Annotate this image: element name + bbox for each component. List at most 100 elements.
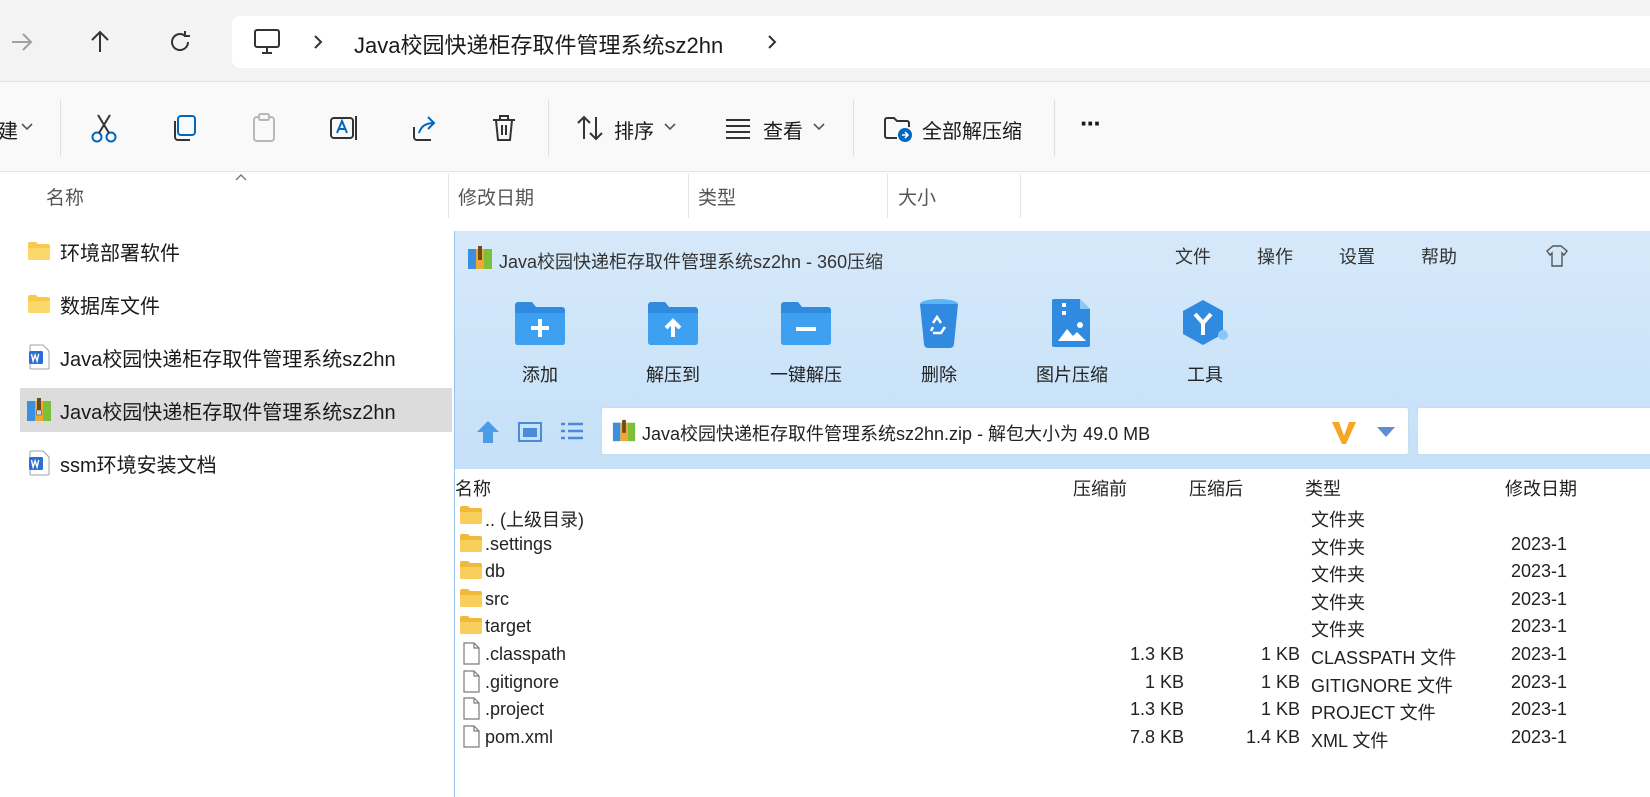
column-header-before[interactable]: 压缩前 <box>1073 475 1127 501</box>
column-divider[interactable] <box>688 174 689 218</box>
entry-type: 文件夹 <box>1311 565 1365 586</box>
list-item-selected[interactable]: Java校园快递柜存取件管理系统sz2hn <box>20 388 452 432</box>
entry-type: 文件夹 <box>1311 537 1365 558</box>
column-divider[interactable] <box>448 174 449 218</box>
folder-icon <box>26 238 52 264</box>
recycle-bin-icon <box>911 297 967 349</box>
column-header-modified[interactable]: 修改日期 <box>458 183 534 210</box>
entry-modified: 2023-1 <box>1511 671 1568 692</box>
list-view-icon[interactable] <box>559 419 585 445</box>
folder-icon <box>26 291 52 317</box>
menu-help[interactable]: 帮助 <box>1421 243 1457 269</box>
table-row[interactable]: .settings 文件夹 2023-1 <box>455 531 1650 558</box>
list-item[interactable]: 环境部署软件 <box>20 229 452 273</box>
table-row[interactable]: pom.xml 7.8 KB 1.4 KB XML 文件 2023-1 <box>455 724 1650 751</box>
sort-icon-wrap[interactable] <box>572 110 608 146</box>
column-header-size[interactable]: 大小 <box>898 183 936 210</box>
folder-icon <box>459 614 483 638</box>
skin-icon[interactable] <box>1545 243 1569 269</box>
column-divider[interactable] <box>1020 174 1021 218</box>
file-name: 数据库文件 <box>60 295 160 318</box>
dropdown-arrow-icon[interactable] <box>1376 426 1396 438</box>
entry-size-after: 1 KB <box>1260 644 1300 664</box>
column-divider[interactable] <box>887 174 888 218</box>
entry-size-after: 1.4 KB <box>1245 726 1300 747</box>
refresh-icon <box>171 31 190 51</box>
paste-button[interactable] <box>246 110 282 146</box>
new-button[interactable]: 建 <box>0 115 18 144</box>
refresh-button[interactable] <box>160 22 200 62</box>
list-item[interactable]: Java校园快递柜存取件管理系统sz2hn <box>20 335 452 379</box>
delete-tool-button[interactable]: 删除 <box>884 297 994 387</box>
column-header-name[interactable]: 名称 <box>455 475 491 501</box>
view-button[interactable]: 查看 <box>763 115 803 144</box>
entry-name: .gitignore <box>485 671 560 692</box>
table-row[interactable]: .gitignore 1 KB 1 KB GITIGNORE 文件 2023-1 <box>455 669 1650 696</box>
menu-file[interactable]: 文件 <box>1175 243 1211 269</box>
zip-window: Java校园快递柜存取件管理系统sz2hn - 360压缩 文件 操作 设置 帮… <box>454 231 1650 797</box>
menu-operation[interactable]: 操作 <box>1257 243 1293 269</box>
table-row[interactable]: .classpath 1.3 KB 1 KB CLASSPATH 文件 2023-1 <box>455 641 1650 668</box>
thumbnail-view-icon[interactable] <box>517 419 543 445</box>
tools-button[interactable]: 工具 <box>1150 297 1260 387</box>
image-compress-button[interactable]: 图片压缩 <box>1017 297 1127 387</box>
cut-button[interactable] <box>86 110 122 146</box>
address-bar-region: Java校园快递柜存取件管理系统sz2hn <box>0 0 1650 82</box>
table-row[interactable]: .project 1.3 KB 1 KB PROJECT 文件 2023-1 <box>455 696 1650 723</box>
search-input[interactable] <box>1417 407 1650 455</box>
column-header-modified[interactable]: 修改日期 <box>1505 475 1577 501</box>
chevron-right-icon[interactable] <box>764 30 780 54</box>
divider <box>853 100 854 156</box>
one-click-extract-button[interactable]: 一键解压 <box>751 297 861 387</box>
forward-button[interactable] <box>2 22 42 62</box>
archive-path-field[interactable]: Java校园快递柜存取件管理系统sz2hn.zip - 解包大小为 49.0 M… <box>601 407 1409 455</box>
vip-v-icon[interactable] <box>1330 418 1358 446</box>
chevron-right-icon[interactable] <box>310 30 326 54</box>
divider <box>60 100 61 156</box>
column-header-after[interactable]: 压缩后 <box>1189 475 1243 501</box>
copy-icon <box>174 115 196 141</box>
column-header-type[interactable]: 类型 <box>1305 475 1341 501</box>
table-row[interactable]: src 文件夹 2023-1 <box>455 586 1650 613</box>
list-item[interactable]: ssm环境安装文档 <box>20 441 452 485</box>
zip-header: Java校园快递柜存取件管理系统sz2hn - 360压缩 文件 操作 设置 帮… <box>455 231 1650 469</box>
sort-button[interactable]: 排序 <box>614 115 654 144</box>
list-item[interactable]: 数据库文件 <box>20 282 452 326</box>
extract-all-button[interactable]: 全部解压缩 <box>922 115 1022 144</box>
table-row[interactable]: db 文件夹 2023-1 <box>455 558 1650 585</box>
zip-app-icon <box>468 246 492 269</box>
entry-name: pom.xml <box>485 726 554 747</box>
command-bar: 建 排序 查看 全部解压缩 ··· <box>0 82 1650 172</box>
column-header-type[interactable]: 类型 <box>698 183 736 210</box>
view-icon-wrap[interactable] <box>720 110 756 146</box>
entry-modified: 2023-1 <box>1511 588 1568 609</box>
divider <box>1054 100 1055 156</box>
rename-button[interactable] <box>326 110 362 146</box>
breadcrumb-current[interactable]: Java校园快递柜存取件管理系统sz2hn <box>354 28 723 60</box>
up-button[interactable] <box>80 22 120 62</box>
entry-modified: 2023-1 <box>1511 616 1568 637</box>
entry-size-after: 1 KB <box>1260 699 1300 720</box>
add-button[interactable]: 添加 <box>485 297 595 387</box>
extract-all-icon-wrap[interactable] <box>880 110 916 146</box>
address-box[interactable]: Java校园快递柜存取件管理系统sz2hn <box>232 16 1650 68</box>
up-level-icon[interactable] <box>475 419 501 445</box>
column-header-name[interactable]: 名称 <box>46 183 84 210</box>
entry-size-before: 1.3 KB <box>1129 644 1184 664</box>
tool-label: 图片压缩 <box>1036 365 1108 385</box>
copy-button[interactable] <box>166 110 202 146</box>
table-row[interactable]: target 文件夹 2023-1 <box>455 613 1650 640</box>
entry-type: CLASSPATH 文件 <box>1311 648 1457 668</box>
entry-name: .settings <box>485 533 553 554</box>
extract-to-button[interactable]: 解压到 <box>618 297 728 387</box>
menu-settings[interactable]: 设置 <box>1339 243 1375 269</box>
entry-modified: 2023-1 <box>1511 726 1568 747</box>
delete-button[interactable] <box>486 110 522 146</box>
entry-modified: 2023-1 <box>1511 699 1568 720</box>
entry-name: .project <box>485 699 545 720</box>
more-options-button[interactable]: ··· <box>1080 108 1102 139</box>
share-button[interactable] <box>406 110 442 146</box>
tool-label: 解压到 <box>646 365 700 385</box>
add-folder-icon <box>512 297 568 349</box>
table-row[interactable]: .. (上级目录) 文件夹 <box>455 503 1650 530</box>
